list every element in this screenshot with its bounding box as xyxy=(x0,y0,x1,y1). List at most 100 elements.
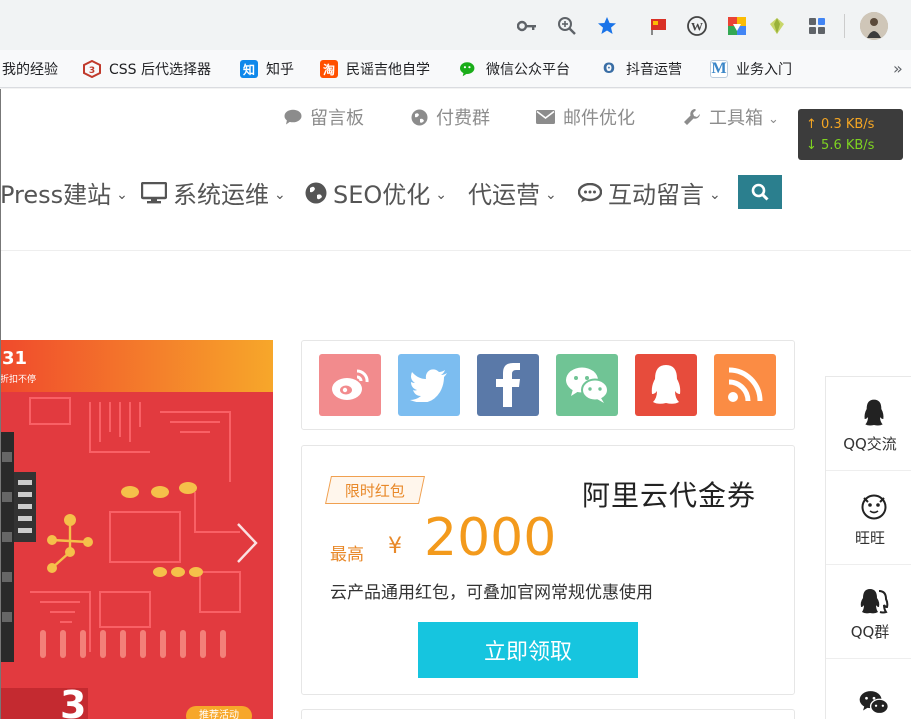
comments-icon xyxy=(578,182,602,202)
facebook-share-button[interactable] xyxy=(477,354,539,416)
puzzle-icon[interactable] xyxy=(806,15,828,37)
twitter-share-button[interactable] xyxy=(398,354,460,416)
mainnav-operations[interactable]: 代运营 ⌄ xyxy=(468,175,557,210)
coupon-description: 云产品通用红包，可叠加官网常规优惠使用 xyxy=(330,583,653,603)
bookmark-item[interactable]: ʘ 抖音运营 xyxy=(600,58,682,80)
upload-speed-value: 0.3 KB/s xyxy=(821,117,875,132)
topnav-toolbox[interactable]: 工具箱 ⌄ xyxy=(683,104,779,130)
limited-time-tag: 限时红包 xyxy=(325,476,425,504)
wangwang-label: 旺旺 xyxy=(854,529,885,547)
chevron-right-icon[interactable] xyxy=(232,520,260,566)
toolbar-divider xyxy=(844,14,845,38)
banner-subtitle: 折扣不停 xyxy=(0,375,37,385)
facebook-icon xyxy=(496,363,520,407)
chevron-down-icon: ⌄ xyxy=(768,111,779,127)
qq-icon xyxy=(859,399,889,427)
bookmark-item[interactable]: M 业务入门 xyxy=(710,58,792,80)
right-float-toolbar: QQ交流 旺旺 QQ群 xyxy=(825,376,911,719)
coupon-card: 限时红包 阿里云代金券 最高 ¥ 2000 云产品通用红包，可叠加官网常规优惠使… xyxy=(301,445,795,695)
bookmark-item[interactable]: 知 知乎 xyxy=(240,58,294,80)
qq-icon xyxy=(651,365,681,404)
qq-group-icon xyxy=(859,587,889,615)
bookmarks-bar: 我的经验 3 CSS 后代选择器 知 知乎 淘 民谣吉他自学 微信公众平台 ʘ … xyxy=(0,50,911,88)
chrome-extension-icon[interactable] xyxy=(726,15,748,37)
wechat-contact-button[interactable] xyxy=(826,659,911,719)
bookmark-label: 知乎 xyxy=(266,62,294,78)
mainnav-label: SEO优化 xyxy=(333,181,431,209)
next-widget xyxy=(301,709,795,719)
banner-title: 31 xyxy=(2,348,28,369)
weibo-share-button[interactable] xyxy=(319,354,381,416)
mainnav-sysops[interactable]: 系统运维 ⌄ xyxy=(141,175,286,210)
search-icon xyxy=(751,183,769,201)
wangwang-icon xyxy=(859,493,889,521)
topnav-email-optimize[interactable]: 邮件优化 xyxy=(536,104,635,130)
mainnav-interactive[interactable]: 互动留言 ⌄ xyxy=(578,175,721,210)
profile-avatar[interactable] xyxy=(860,12,888,40)
star-icon[interactable] xyxy=(596,15,618,37)
search-button[interactable] xyxy=(738,175,782,209)
rss-icon xyxy=(728,367,763,402)
wechat-icon xyxy=(859,689,889,717)
twitter-icon xyxy=(410,369,447,402)
zhihu-icon: 知 xyxy=(240,60,258,78)
wordpress-icon[interactable]: W xyxy=(686,15,708,37)
bookmark-item[interactable]: 淘 民谣吉他自学 xyxy=(320,58,430,80)
envelope-icon xyxy=(536,110,555,124)
topnav-guestbook[interactable]: 留言板 xyxy=(284,104,364,130)
topnav-label: 付费群 xyxy=(436,108,490,129)
zoom-icon[interactable] xyxy=(556,15,578,37)
share-panel xyxy=(301,340,795,430)
network-speed-widget: ↑ 0.3 KB/s ↓ 5.6 KB/s xyxy=(798,109,903,160)
window-edge xyxy=(0,89,1,719)
chevron-down-icon: ⌄ xyxy=(116,186,128,203)
bookmark-item[interactable]: 3 CSS 后代选择器 xyxy=(83,58,211,80)
coupon-title: 阿里云代金券 xyxy=(582,479,757,512)
promo-banner[interactable]: 31 折扣不停 3 推荐活动 xyxy=(0,340,273,719)
svg-text:3: 3 xyxy=(89,66,95,76)
wechat-share-button[interactable] xyxy=(556,354,618,416)
qq-chat-button[interactable]: QQ交流 xyxy=(826,377,911,471)
key-icon[interactable] xyxy=(516,16,538,36)
chevron-down-icon: ⌄ xyxy=(274,186,286,203)
topnav-label: 邮件优化 xyxy=(563,108,635,129)
bookmark-label: CSS 后代选择器 xyxy=(109,62,211,78)
tag-label: 限时红包 xyxy=(344,481,405,500)
bookmark-label: 微信公众平台 xyxy=(486,62,570,78)
upload-speed: ↑ 0.3 KB/s xyxy=(806,114,895,135)
claim-coupon-button[interactable]: 立即领取 xyxy=(418,622,638,678)
chevron-down-icon: ⌄ xyxy=(709,186,721,203)
top-nav: 留言板 付费群 邮件优化 工具箱 ⌄ xyxy=(0,89,911,145)
bookmark-item[interactable]: 我的经验 xyxy=(2,58,58,80)
download-speed-value: 5.6 KB/s xyxy=(821,138,875,153)
qq-chat-label: QQ交流 xyxy=(843,435,897,453)
rss-share-button[interactable] xyxy=(714,354,776,416)
monitor-icon xyxy=(141,181,167,203)
qq-share-button[interactable] xyxy=(635,354,697,416)
wrench-icon xyxy=(684,109,700,125)
mainnav-wordpress[interactable]: Press建站 ⌄ xyxy=(0,175,128,210)
wechat-icon xyxy=(566,367,609,403)
qq-group-button[interactable]: QQ群 xyxy=(826,565,911,659)
bookmark-label: 抖音运营 xyxy=(626,62,682,78)
globe-icon xyxy=(305,182,327,203)
browser-toolbar: W xyxy=(0,0,911,50)
diamond-extension-icon[interactable] xyxy=(766,15,788,37)
download-speed: ↓ 5.6 KB/s xyxy=(806,135,895,156)
web-page: 留言板 付费群 邮件优化 工具箱 ⌄ ↑ 0.3 KB/s ↓ 5.6 KB/s… xyxy=(0,89,911,719)
topnav-label: 留言板 xyxy=(310,108,364,129)
qq-group-label: QQ群 xyxy=(850,623,890,641)
arrow-up-icon: ↑ xyxy=(806,117,817,132)
more-bookmarks-chevron-icon[interactable]: » xyxy=(893,59,903,78)
douyin-icon: ʘ xyxy=(603,61,615,77)
bookmark-label: 我的经验 xyxy=(2,62,58,78)
topnav-paid-group[interactable]: 付费群 xyxy=(411,104,490,130)
globe-icon xyxy=(411,109,428,125)
wangwang-button[interactable]: 旺旺 xyxy=(826,471,911,565)
bookmark-item[interactable]: 微信公众平台 xyxy=(460,58,570,80)
mainnav-label: 代运营 xyxy=(468,181,540,209)
mainnav-seo[interactable]: SEO优化 ⌄ xyxy=(305,175,447,210)
flag-extension-icon[interactable] xyxy=(648,16,670,36)
weibo-icon xyxy=(332,369,369,400)
currency-symbol: ¥ xyxy=(388,534,402,559)
